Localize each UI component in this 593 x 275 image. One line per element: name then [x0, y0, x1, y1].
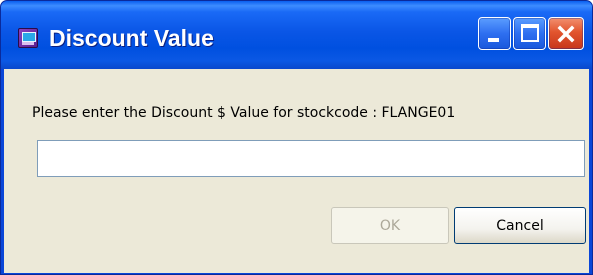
discount-value-input[interactable] [37, 140, 585, 177]
maximize-icon [521, 24, 539, 42]
prompt-label: Please enter the Discount $ Value for st… [32, 105, 456, 121]
window-title: Discount Value [49, 25, 214, 51]
dialog-body: Please enter the Discount $ Value for st… [4, 69, 589, 273]
app-icon[interactable] [18, 28, 38, 48]
maximize-button[interactable] [513, 17, 546, 50]
minimize-button[interactable] [478, 17, 511, 50]
close-icon [557, 25, 575, 43]
ok-button[interactable]: OK [331, 207, 449, 244]
close-button[interactable] [548, 17, 584, 50]
title-bar[interactable]: Discount Value [1, 1, 592, 69]
cancel-button[interactable]: Cancel [454, 207, 586, 244]
minimize-icon [488, 38, 499, 42]
discount-value-dialog: Discount Value Please enter the Discount… [0, 0, 593, 275]
